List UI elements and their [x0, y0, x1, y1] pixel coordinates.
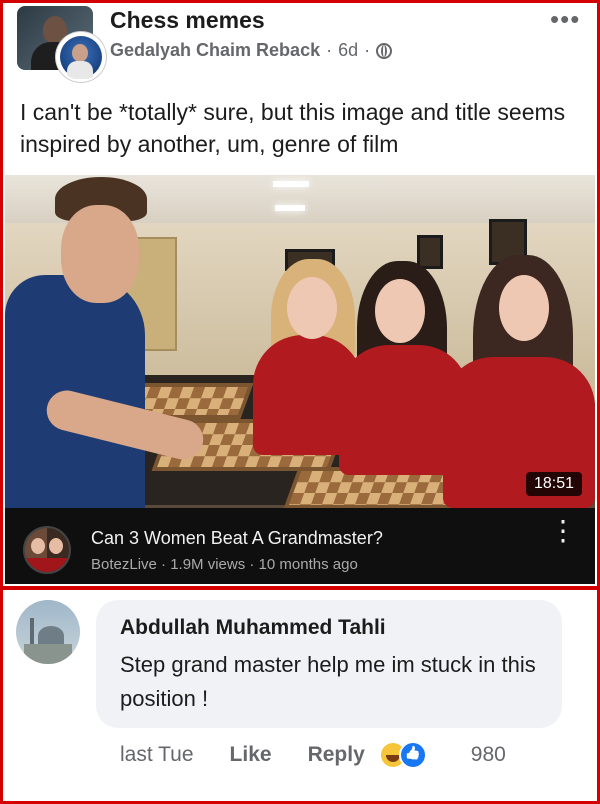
author-name[interactable]: Gedalyah Chaim Reback — [110, 40, 320, 61]
author-avatar[interactable] — [56, 32, 106, 82]
video-more-button[interactable]: ⋮ — [549, 517, 577, 568]
comment-actions: last Tue Like Reply 980 — [120, 740, 506, 770]
channel-avatar-face — [49, 538, 63, 554]
meta-separator: · — [326, 40, 333, 60]
post-text: I can't be *totally* sure, but this imag… — [20, 99, 566, 157]
post-more-button[interactable]: ••• — [550, 4, 580, 35]
channel-avatar[interactable] — [23, 526, 71, 574]
author-avatar-face — [72, 44, 88, 62]
like-icon — [398, 741, 427, 769]
thumb-wall-frame — [417, 235, 443, 269]
thumb-light — [273, 181, 309, 187]
video-title[interactable]: Can 3 Women Beat A Grandmaster? — [91, 528, 383, 549]
thumb-light — [275, 205, 305, 211]
post-time[interactable]: 6d — [338, 40, 358, 61]
video-info-bar[interactable]: Can 3 Women Beat A Grandmaster? BotezLiv… — [5, 508, 595, 584]
channel-avatar-shirt — [25, 558, 69, 572]
reactions-summary[interactable]: 980 — [378, 741, 506, 769]
video-meta: BotezLive · 1.9M views · 10 months ago — [91, 556, 358, 573]
video-thumbnail[interactable] — [5, 175, 595, 508]
video-duration-badge: 18:51 — [526, 472, 583, 496]
commenter-name[interactable]: Abdullah Muhammed Tahli — [120, 616, 386, 640]
meta-separator-2: · — [364, 40, 371, 60]
like-button[interactable]: Like — [230, 743, 272, 767]
reaction-count: 980 — [470, 743, 506, 766]
avatar-minaret — [30, 618, 34, 646]
reply-button[interactable]: Reply — [308, 743, 365, 767]
avatar-base — [24, 644, 72, 664]
globe-icon — [376, 42, 393, 59]
thumb-man-head — [61, 205, 139, 303]
avatar-dome — [38, 626, 64, 646]
commenter-avatar[interactable] — [16, 600, 80, 664]
thumb-woman-face — [287, 277, 337, 339]
comment-bubble: Abdullah Muhammed Tahli Step grand maste… — [96, 600, 562, 728]
comment-text: Step grand master help me im stuck in th… — [120, 652, 536, 711]
channel-avatar-face — [31, 538, 45, 554]
author-avatar-shirt — [67, 61, 93, 79]
post-meta: Gedalyah Chaim Reback · 6d · — [110, 40, 393, 61]
thumb-woman-face — [499, 275, 549, 341]
group-name[interactable]: Chess memes — [110, 7, 265, 34]
comment-time[interactable]: last Tue — [120, 743, 194, 767]
thumb-woman-face — [375, 279, 425, 343]
